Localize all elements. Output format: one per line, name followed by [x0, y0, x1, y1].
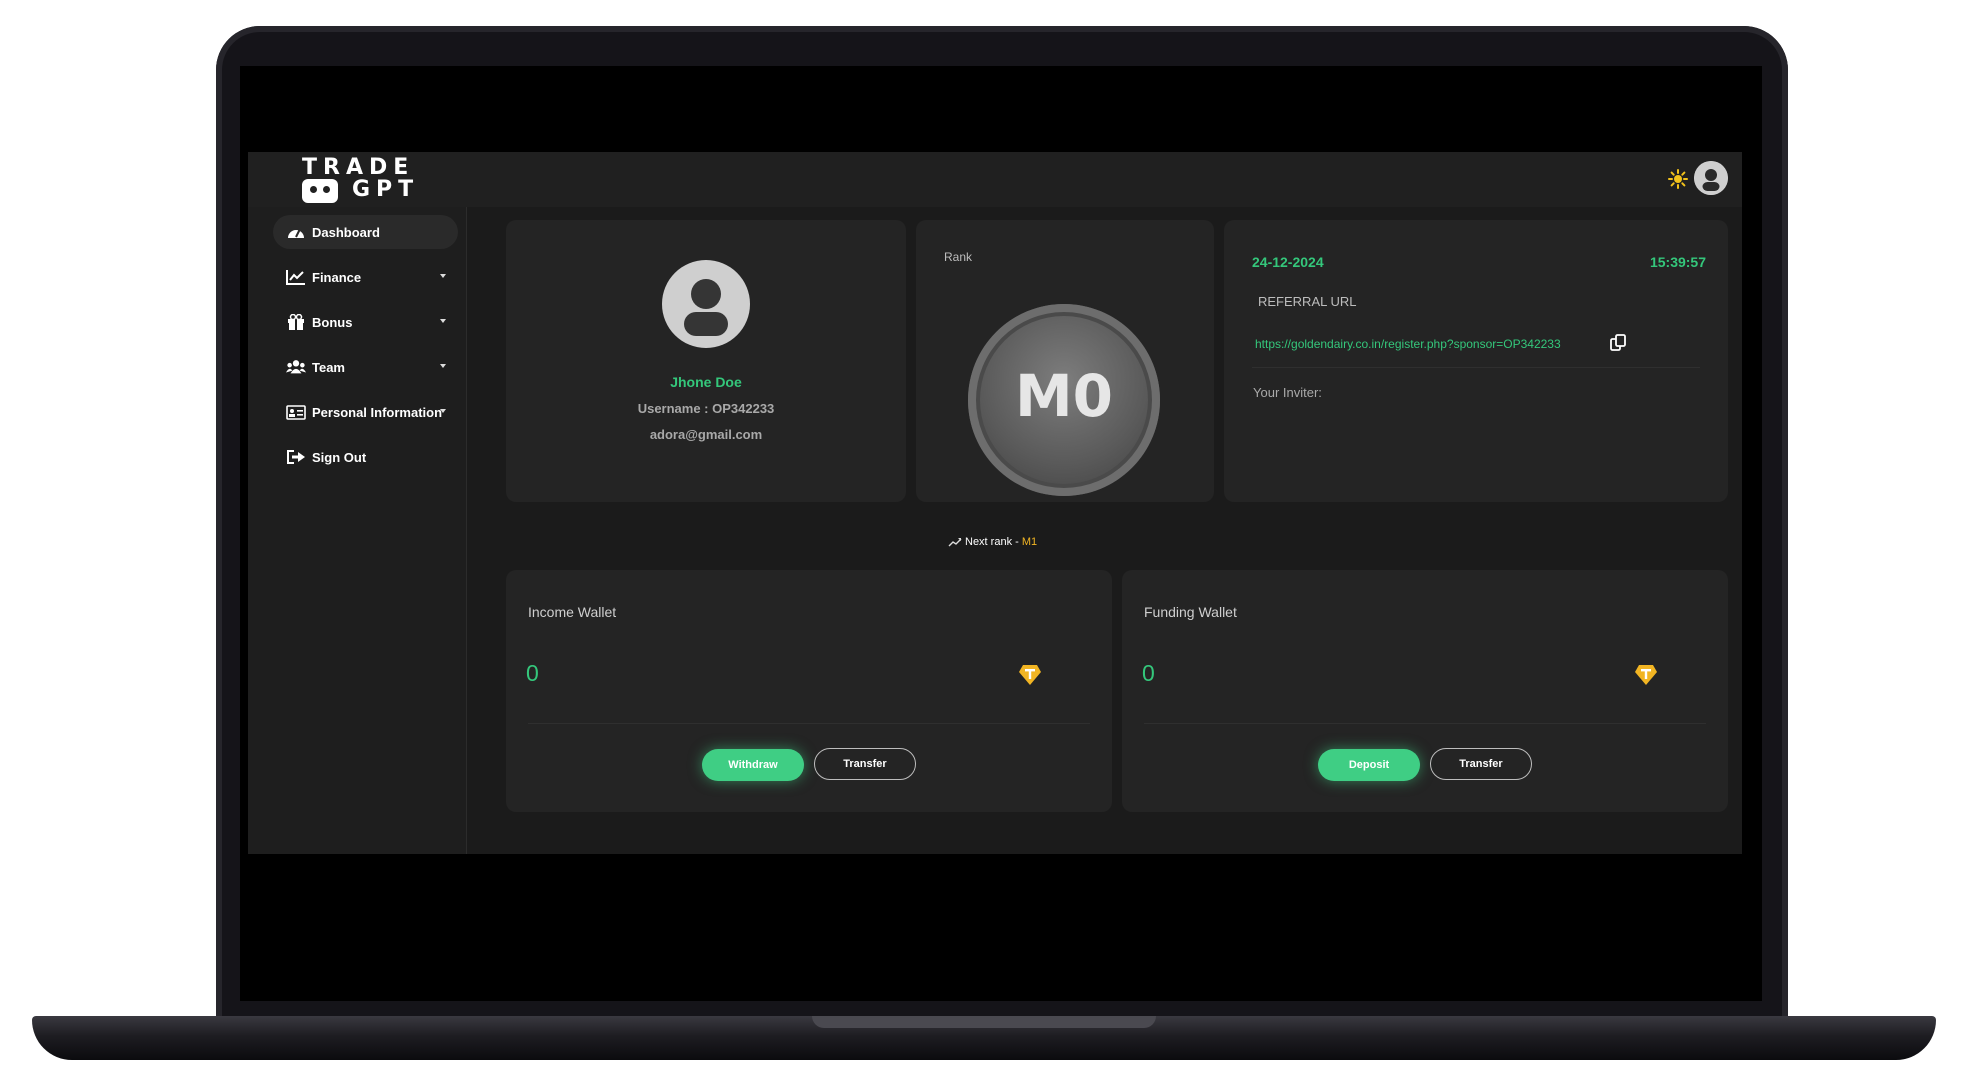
robot-icon — [302, 179, 338, 203]
trend-up-icon — [948, 538, 962, 547]
funding-wallet-card: Funding Wallet 0 Deposit Transfer — [1122, 570, 1728, 812]
sidebar: Dashboard Finance Bonus Team Personal In… — [248, 207, 467, 854]
divider — [1144, 723, 1706, 724]
referral-url-label: REFERRAL URL — [1258, 294, 1357, 309]
current-date: 24-12-2024 — [1252, 254, 1324, 270]
chart-line-icon — [286, 270, 305, 285]
sun-icon[interactable] — [1668, 169, 1688, 189]
sidebar-item-label: Sign Out — [312, 449, 367, 465]
id-card-icon — [286, 405, 306, 420]
profile-email: adora@gmail.com — [649, 427, 763, 442]
logo-text-line1: TRADE — [302, 155, 415, 180]
sidebar-item-sign-out[interactable]: Sign Out — [273, 440, 458, 474]
funding-transfer-button[interactable]: Transfer — [1430, 748, 1532, 780]
caret-down-icon — [440, 364, 446, 368]
dashboard-app: TRADE GPT Dashboard Finance Bonus Team P… — [248, 152, 1742, 854]
logo-text-line2: GPT — [352, 177, 420, 202]
sidebar-item-dashboard[interactable]: Dashboard — [273, 215, 458, 249]
user-avatar-button[interactable] — [1694, 161, 1728, 195]
profile-name: Jhone Doe — [670, 374, 742, 390]
divider — [1252, 367, 1700, 368]
sidebar-item-personal-information[interactable]: Personal Information — [273, 395, 458, 429]
inviter-label: Your Inviter: — [1253, 385, 1322, 400]
sidebar-item-label: Bonus — [312, 314, 353, 330]
sidebar-item-label: Personal Information — [312, 404, 443, 420]
divider — [528, 723, 1090, 724]
funding-wallet-amount: 0 — [1142, 660, 1155, 686]
caret-down-icon — [440, 274, 446, 278]
rank-badge: M0 — [968, 304, 1160, 496]
referral-card: 24-12-2024 15:39:57 REFERRAL URL https:/… — [1224, 220, 1728, 502]
gift-icon — [288, 314, 304, 330]
rank-title: Rank — [944, 250, 973, 264]
sidebar-item-finance[interactable]: Finance — [273, 260, 458, 294]
sidebar-item-label: Team — [312, 359, 345, 375]
sidebar-item-team[interactable]: Team — [273, 350, 458, 384]
laptop-hinge — [812, 1016, 1156, 1028]
usdt-icon — [1635, 665, 1657, 685]
users-icon — [286, 360, 306, 374]
sidebar-item-bonus[interactable]: Bonus — [273, 305, 458, 339]
next-rank-label: Next rank - — [965, 536, 1019, 548]
income-wallet-title: Income Wallet — [528, 604, 617, 620]
sign-out-icon — [287, 450, 305, 464]
rank-card: Rank M0 — [916, 220, 1214, 502]
caret-down-icon — [440, 319, 446, 323]
income-wallet-card: Income Wallet 0 Withdraw Transfer — [506, 570, 1112, 812]
copy-icon[interactable] — [1609, 334, 1627, 352]
next-rank: Next rank - M1 — [948, 536, 1037, 548]
sidebar-item-label: Dashboard — [312, 224, 380, 240]
withdraw-button[interactable]: Withdraw — [702, 749, 804, 781]
profile-avatar-icon — [662, 260, 750, 348]
deposit-button[interactable]: Deposit — [1318, 749, 1420, 781]
caret-down-icon — [440, 409, 446, 413]
profile-username: Username : OP342233 — [637, 401, 775, 416]
funding-wallet-title: Funding Wallet — [1144, 604, 1237, 620]
referral-url[interactable]: https://goldendairy.co.in/register.php?s… — [1255, 337, 1561, 351]
usdt-icon — [1019, 665, 1041, 685]
current-time: 15:39:57 — [1649, 254, 1706, 270]
income-transfer-button[interactable]: Transfer — [814, 748, 916, 780]
user-icon — [1694, 161, 1728, 195]
top-bar: TRADE GPT — [248, 152, 1742, 207]
rank-badge-text: M0 — [1014, 362, 1114, 430]
brand-logo[interactable]: TRADE GPT — [302, 157, 413, 203]
profile-card: Jhone Doe Username : OP342233 adora@gmai… — [506, 220, 906, 502]
next-rank-value: M1 — [1021, 536, 1038, 548]
income-wallet-amount: 0 — [526, 660, 539, 686]
sidebar-item-label: Finance — [312, 269, 362, 285]
dashboard-icon — [288, 229, 304, 238]
